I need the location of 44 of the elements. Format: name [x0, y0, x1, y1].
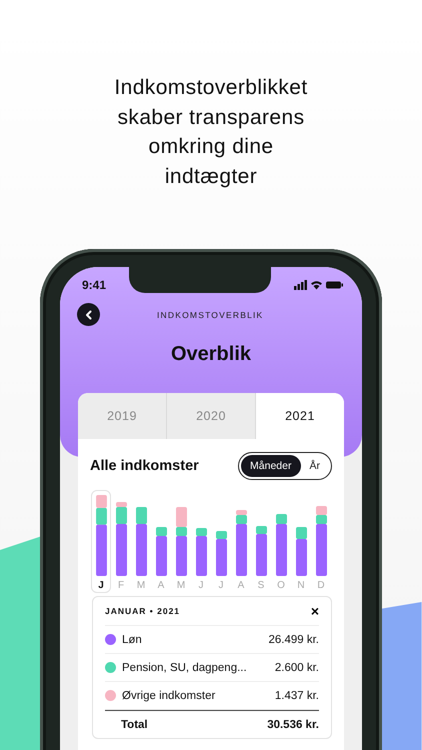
status-time: 9:41 — [82, 278, 106, 292]
stacked-bar — [256, 526, 266, 576]
month-column[interactable]: J — [91, 490, 111, 593]
month-column[interactable]: N — [291, 490, 311, 593]
month-column[interactable]: J — [191, 490, 211, 593]
month-column[interactable]: M — [171, 490, 191, 593]
screen-subtitle: INDKOMSTOVERBLIK — [157, 310, 264, 320]
back-icon — [84, 310, 94, 320]
stacked-bar — [236, 510, 246, 576]
month-column[interactable]: S — [251, 490, 271, 593]
income-label: Pension, SU, dagpeng... — [122, 662, 248, 674]
year-tab[interactable]: 2020 — [167, 393, 256, 439]
headline: Indkomstoverblikket skaber transparens omkring dine indtægter — [114, 75, 308, 190]
status-icons — [294, 280, 344, 290]
stacked-bar — [316, 506, 326, 576]
month-column[interactable]: A — [151, 490, 171, 593]
stacked-bar — [216, 531, 226, 576]
toggle-option[interactable]: År — [300, 455, 329, 477]
month-column[interactable]: J — [211, 490, 231, 593]
stacked-bar — [136, 507, 146, 576]
details-title: JANUAR • 2021 — [105, 606, 180, 616]
stacked-bar — [296, 527, 306, 576]
income-amount: 2.600 kr. — [274, 662, 319, 674]
close-button[interactable]: × — [310, 604, 319, 618]
month-column[interactable]: A — [231, 490, 251, 593]
stacked-bar — [156, 527, 166, 576]
stacked-bar — [196, 528, 206, 576]
screen-title: Overblik — [170, 343, 252, 366]
back-button[interactable] — [77, 303, 100, 326]
month-column[interactable]: F — [111, 490, 131, 593]
total-amount: 30.536 kr. — [267, 718, 319, 730]
income-label: Løn — [122, 634, 143, 646]
month-column[interactable]: O — [271, 490, 291, 593]
income-label: Øvrige indkomster — [122, 690, 216, 702]
stacked-bar — [176, 507, 186, 576]
year-tab[interactable]: 2019 — [78, 393, 167, 439]
stacked-bar — [276, 514, 286, 576]
toggle-option[interactable]: Måneder — [241, 455, 300, 477]
income-amount: 26.499 kr. — [268, 634, 319, 646]
month-column[interactable]: D — [311, 490, 331, 593]
section-title: Alle indkomster — [90, 458, 199, 474]
month-column[interactable]: M — [131, 490, 151, 593]
income-amount: 1.437 kr. — [274, 690, 319, 702]
total-label: Total — [120, 718, 149, 730]
